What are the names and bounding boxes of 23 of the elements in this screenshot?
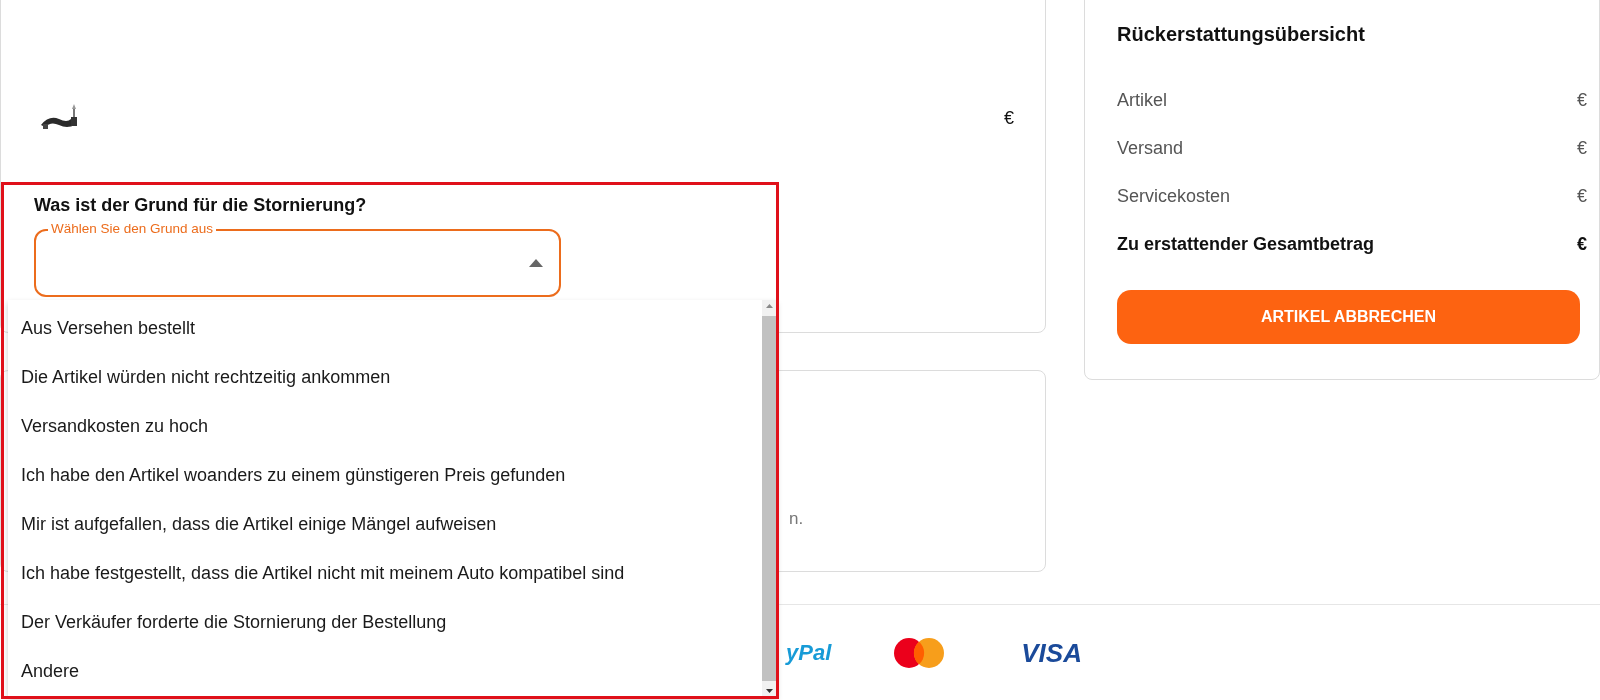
menu-item[interactable]: Ich habe den Artikel woanders zu einem günstigeren Preis gefunden xyxy=(8,451,762,500)
summary-value: € xyxy=(1577,89,1587,111)
summary-value: € xyxy=(1577,185,1587,207)
summary-value: € xyxy=(1577,137,1587,159)
menu-item[interactable]: Aus Versehen bestellt xyxy=(8,304,762,353)
menu-item[interactable]: Andere xyxy=(8,647,762,696)
price-text: € xyxy=(1004,107,1015,129)
payment-logo: VISA xyxy=(1021,637,1082,669)
payment-logo: yPal xyxy=(786,640,832,666)
question-text: Was ist der Grund für die Stornierung? xyxy=(34,195,368,216)
summary-value: € xyxy=(1577,233,1587,255)
card-logo-icon xyxy=(893,637,946,669)
menu-item[interactable]: Ich habe festgestellt, dass die Artikel nicht mit meinem Auto kompatibel sind xyxy=(8,549,762,598)
menu-item[interactable]: Die Artikel würden nicht rechtzeitig ankommen xyxy=(8,353,762,402)
summary-label: Zu erstattender Gesamtbetrag xyxy=(1117,233,1375,255)
summary-label: Versand xyxy=(1117,137,1184,159)
summary-label: Artikel xyxy=(1117,89,1168,111)
menu-item[interactable]: Versandkosten zu hoch xyxy=(8,402,762,451)
menu-item[interactable]: Der Verkäufer forderte die Stornierung der Bestellung xyxy=(8,598,762,647)
summary-label: Servicekosten xyxy=(1117,185,1231,207)
menu-item[interactable]: Mir ist aufgefallen, dass die Artikel einige Mängel aufweisen xyxy=(8,500,762,549)
info-text: n. xyxy=(789,509,804,528)
summary-title: Rückerstattungsübersicht xyxy=(1117,23,1366,46)
